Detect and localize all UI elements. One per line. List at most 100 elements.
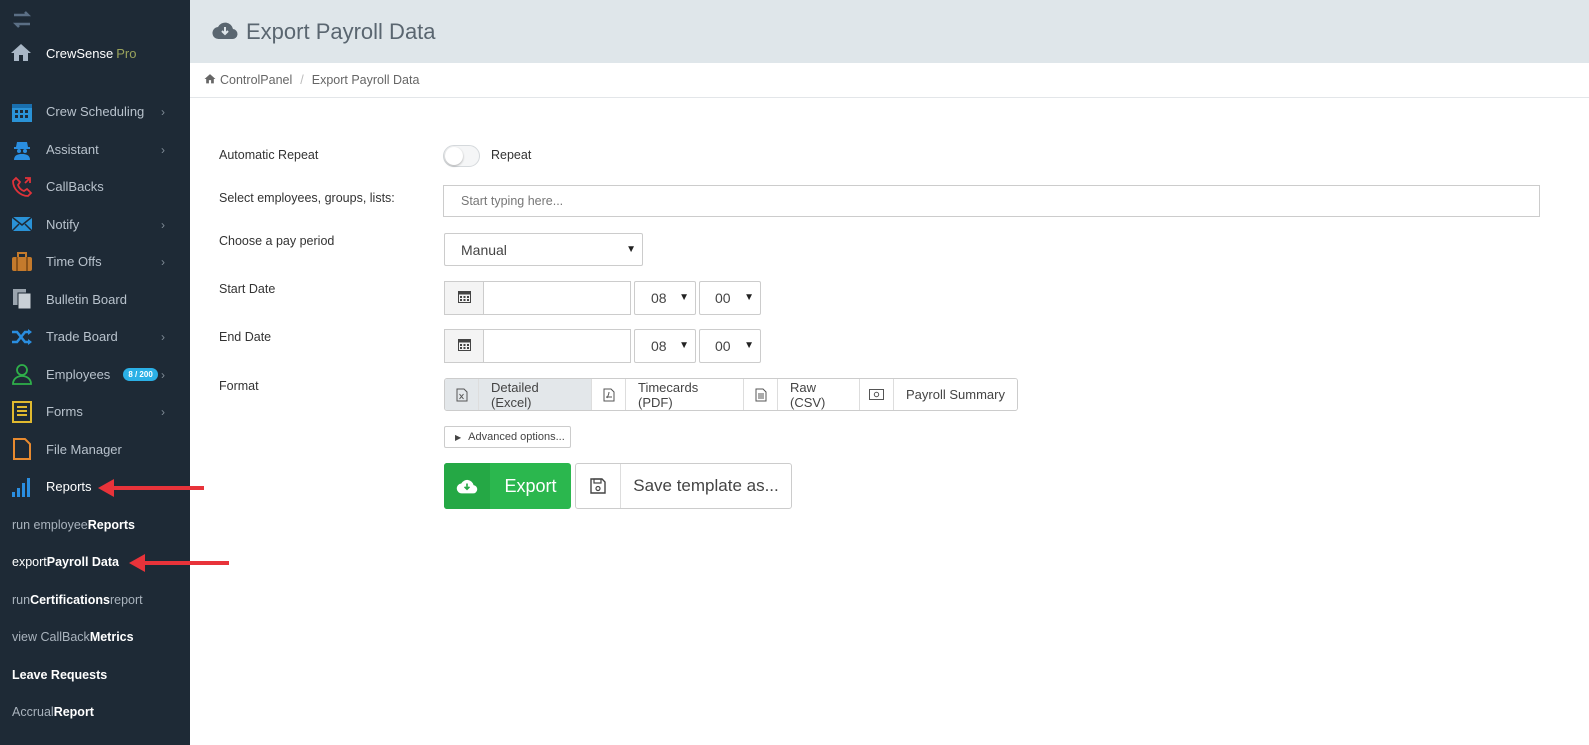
sidebar-nav: Crew Scheduling › Assistant › CallBacks … bbox=[0, 93, 190, 506]
sidebar-item-employees[interactable]: Employees 8 / 200 › bbox=[0, 356, 190, 394]
start-date-input[interactable] bbox=[483, 281, 631, 315]
brand-tier: Pro bbox=[116, 45, 137, 61]
sidebar-item-label: Forms bbox=[46, 404, 83, 420]
calendar-icon bbox=[457, 338, 471, 354]
end-hour-select[interactable]: 08 ▼ bbox=[634, 329, 696, 363]
repeat-toggle-label: Repeat bbox=[491, 148, 532, 162]
csv-file-icon[interactable] bbox=[744, 379, 778, 410]
chevron-right-icon: › bbox=[161, 330, 165, 344]
annotation-arrow bbox=[129, 554, 229, 572]
sidebar-item-label: Crew Scheduling bbox=[46, 104, 145, 120]
employee-search-input[interactable]: Start typing here... bbox=[443, 185, 1540, 217]
sidebar-item-time-offs[interactable]: Time Offs › bbox=[0, 243, 190, 281]
sidebar-item-label: File Manager bbox=[46, 441, 122, 457]
sidebar-item-assistant[interactable]: Assistant › bbox=[0, 131, 190, 169]
money-icon[interactable] bbox=[860, 379, 894, 410]
chevron-right-icon: › bbox=[161, 142, 165, 157]
breadcrumb-current: Export Payroll Data bbox=[311, 73, 420, 87]
briefcase-icon bbox=[10, 250, 34, 274]
chevron-right-icon: › bbox=[161, 217, 165, 232]
file-icon bbox=[10, 437, 34, 461]
format-pdf-button[interactable]: Timecards (PDF) bbox=[626, 379, 744, 410]
save-template-button[interactable]: Save template as... bbox=[575, 463, 792, 509]
calendar-icon bbox=[457, 290, 471, 306]
dropdown-caret-icon: ▼ bbox=[679, 291, 689, 303]
subitem-text: export bbox=[12, 554, 47, 569]
select-employees-label: Select employees, groups, lists: bbox=[219, 191, 395, 205]
brand[interactable]: CrewSense Pro bbox=[10, 42, 136, 64]
breadcrumb: ControlPanel / Export Payroll Data bbox=[190, 63, 1589, 98]
sidebar-item-label: Bulletin Board bbox=[46, 291, 127, 307]
subitem-run-certifications-report[interactable]: run Certifications report bbox=[0, 581, 190, 619]
end-minute-select[interactable]: 00 ▼ bbox=[699, 329, 761, 363]
format-excel-button[interactable]: Detailed (Excel) bbox=[479, 379, 592, 410]
employee-count-badge: 8 / 200 bbox=[123, 367, 158, 381]
caret-right-icon: ▶ bbox=[455, 432, 462, 442]
sidebar-item-file-manager[interactable]: File Manager bbox=[0, 431, 190, 469]
page-header: Export Payroll Data bbox=[190, 0, 1589, 63]
end-date-calendar-button[interactable] bbox=[444, 329, 483, 363]
subitem-text: run bbox=[12, 592, 31, 607]
cloud-download-icon bbox=[212, 19, 238, 44]
subitem-run-employee-reports[interactable]: run employee Reports bbox=[0, 506, 190, 544]
end-date-input[interactable] bbox=[483, 329, 631, 363]
subitem-text: view CallBack bbox=[12, 629, 90, 644]
chevron-right-icon: › bbox=[161, 367, 165, 382]
assistant-icon bbox=[10, 137, 34, 161]
subitem-text: run employee bbox=[12, 517, 88, 532]
sidebar-item-label: Assistant bbox=[46, 141, 99, 157]
export-button[interactable]: Export bbox=[444, 463, 571, 509]
export-label: Export bbox=[504, 475, 557, 496]
subitem-view-callback-metrics[interactable]: view CallBack Metrics bbox=[0, 618, 190, 656]
documents-icon bbox=[10, 287, 34, 311]
subitem-accrual-report[interactable]: Accrual Report bbox=[0, 693, 190, 731]
format-label: Format bbox=[219, 379, 259, 393]
chevron-right-icon: › bbox=[161, 105, 165, 119]
home-icon bbox=[10, 42, 32, 65]
breadcrumb-separator: / bbox=[300, 73, 304, 87]
page-title: Export Payroll Data bbox=[246, 18, 436, 44]
dropdown-caret-icon: ▼ bbox=[679, 339, 689, 351]
home-icon bbox=[204, 73, 216, 87]
start-date-calendar-button[interactable] bbox=[444, 281, 483, 315]
sidebar-item-label: Trade Board bbox=[46, 329, 118, 345]
breadcrumb-home-link[interactable]: ControlPanel bbox=[220, 73, 292, 87]
end-date-label: End Date bbox=[219, 330, 272, 344]
bar-chart-icon bbox=[10, 475, 34, 499]
dropdown-caret-icon: ▼ bbox=[626, 243, 636, 255]
envelope-icon bbox=[10, 212, 34, 236]
swap-arrows-icon[interactable] bbox=[10, 10, 34, 33]
sidebar-item-callbacks[interactable]: CallBacks bbox=[0, 168, 190, 206]
automatic-repeat-label: Automatic Repeat bbox=[219, 148, 319, 162]
advanced-options-label: Advanced options... bbox=[468, 431, 565, 443]
sidebar-item-crew-scheduling[interactable]: Crew Scheduling › bbox=[0, 93, 190, 131]
start-minute-select[interactable]: 00 ▼ bbox=[699, 281, 761, 315]
subitem-bold: Report bbox=[53, 704, 94, 719]
pay-period-select[interactable]: Manual ▼ bbox=[444, 233, 643, 266]
cloud-download-icon bbox=[444, 463, 490, 509]
subitem-text: Accrual bbox=[12, 704, 54, 719]
end-hour-value: 08 bbox=[651, 338, 667, 354]
advanced-options-button[interactable]: ▶ Advanced options... bbox=[444, 426, 571, 448]
format-payroll-summary-button[interactable]: Payroll Summary bbox=[894, 379, 1017, 410]
sidebar: CrewSense Pro Crew Scheduling › Assistant… bbox=[0, 0, 190, 745]
subitem-bold: Certifications bbox=[30, 592, 110, 607]
excel-file-icon[interactable] bbox=[445, 379, 479, 410]
calendar-icon bbox=[10, 100, 34, 124]
pdf-file-icon[interactable] bbox=[592, 379, 626, 410]
subitem-bold: Reports bbox=[87, 517, 135, 532]
subitem-text: report bbox=[109, 592, 143, 607]
pay-period-value: Manual bbox=[461, 241, 507, 258]
subitem-leave-requests[interactable]: Leave Requests bbox=[0, 656, 190, 694]
sidebar-item-forms[interactable]: Forms › bbox=[0, 393, 190, 431]
sidebar-item-trade-board[interactable]: Trade Board › bbox=[0, 318, 190, 356]
employee-search-placeholder: Start typing here... bbox=[461, 194, 564, 208]
sidebar-item-notify[interactable]: Notify › bbox=[0, 206, 190, 244]
start-hour-select[interactable]: 08 ▼ bbox=[634, 281, 696, 315]
sidebar-item-bulletin-board[interactable]: Bulletin Board bbox=[0, 281, 190, 319]
user-icon bbox=[10, 362, 34, 386]
repeat-toggle[interactable] bbox=[443, 145, 480, 167]
dropdown-caret-icon: ▼ bbox=[744, 291, 754, 303]
format-csv-button[interactable]: Raw (CSV) bbox=[778, 379, 860, 410]
sidebar-item-label: Reports bbox=[46, 479, 92, 495]
